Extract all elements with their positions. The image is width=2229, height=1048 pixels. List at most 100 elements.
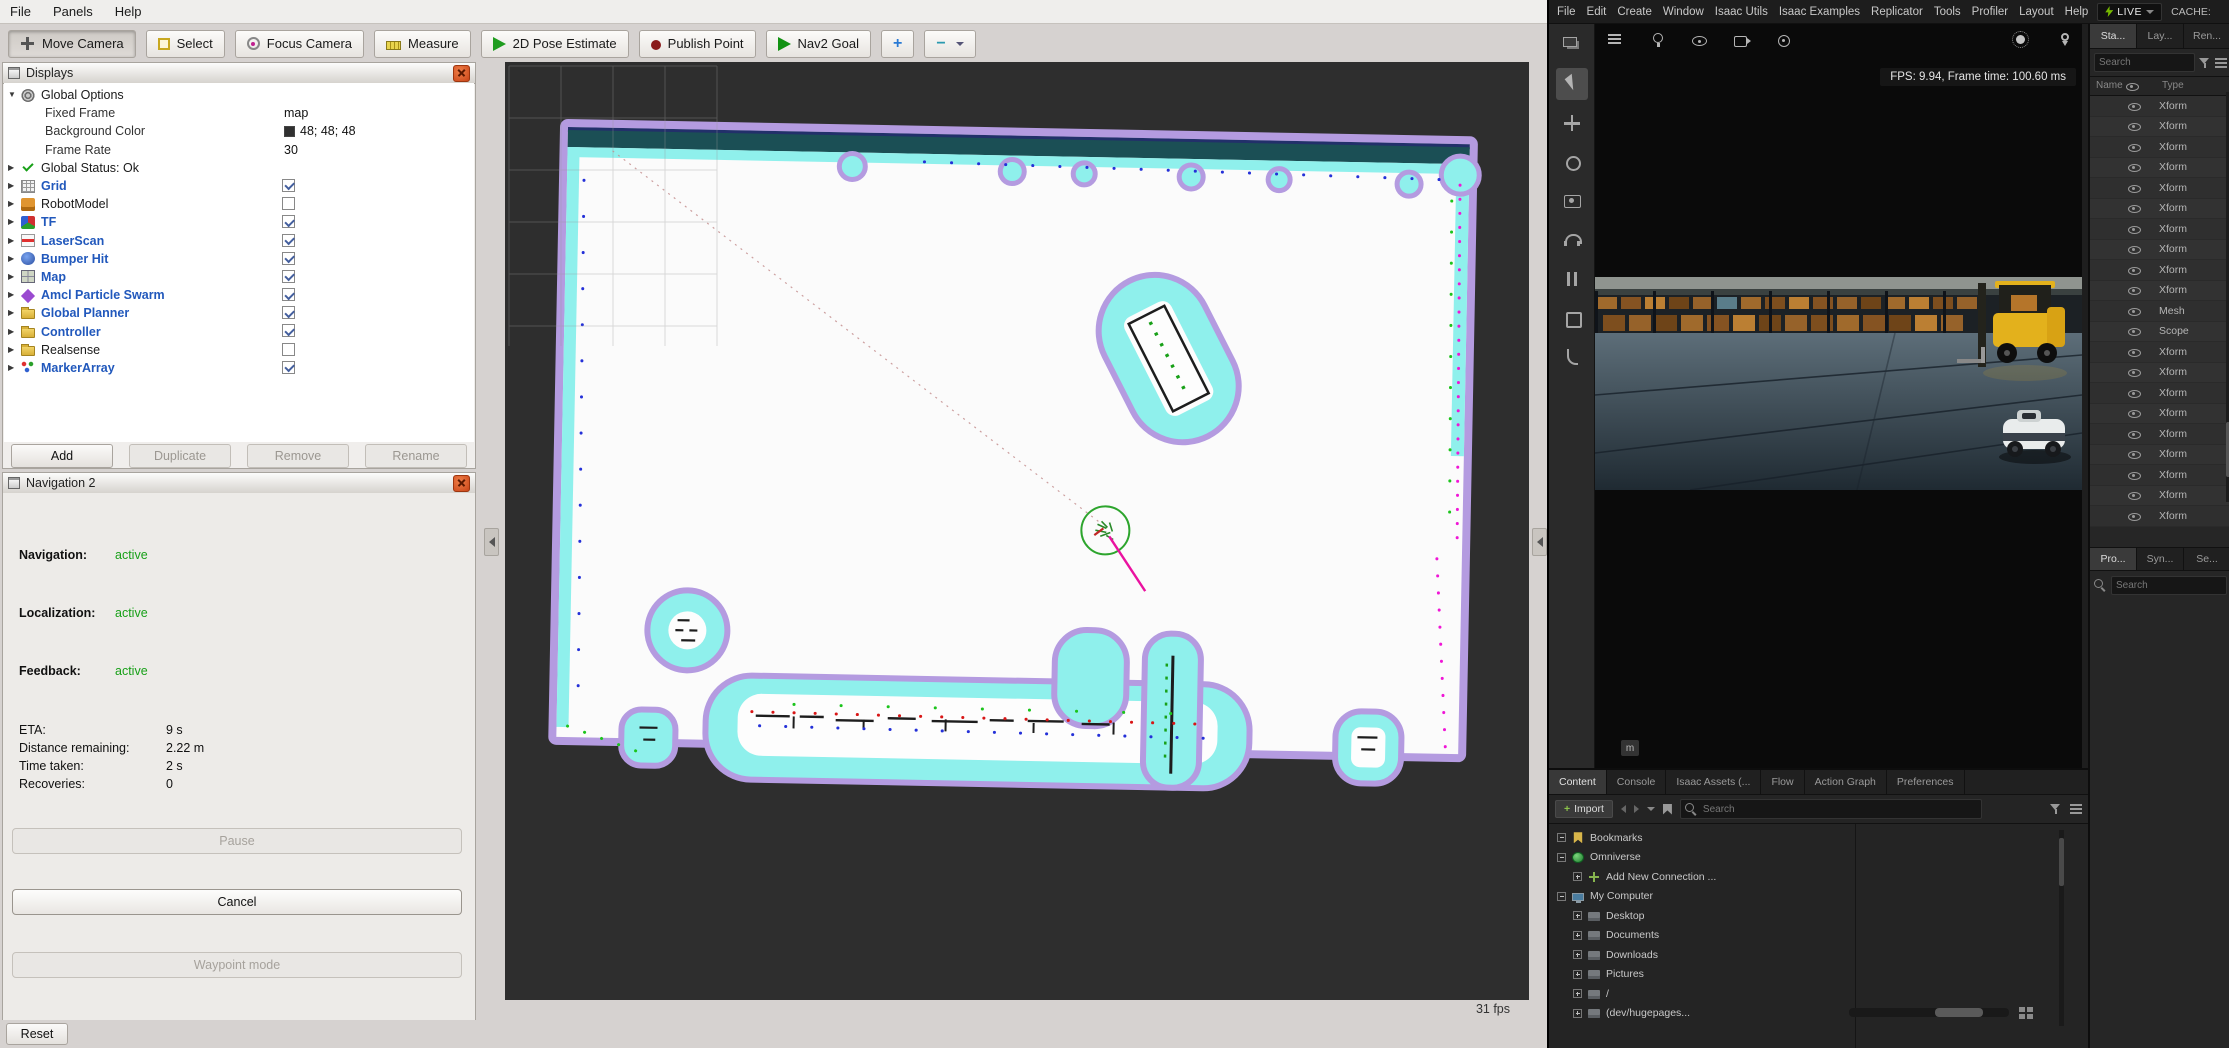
expand-arrow-icon[interactable] [8,273,19,281]
sidebar-tool-icon[interactable] [1556,302,1588,334]
display-row[interactable]: Global Status: Ok [4,159,474,177]
content-tab[interactable]: Action Graph [1805,770,1887,794]
content-tree-row[interactable]: Downloads [1549,945,1849,965]
displays-action-button[interactable]: Add [11,444,113,468]
chevron-down-icon[interactable] [1647,807,1655,811]
display-row[interactable]: RobotModel [4,195,474,213]
rviz-tool-button[interactable]: Publish Point [639,30,756,58]
expand-box-icon[interactable] [1573,950,1582,959]
expand-arrow-icon[interactable] [8,182,19,190]
panel-splitter-handle[interactable] [484,528,499,556]
display-checkbox[interactable] [282,197,295,210]
menu-item[interactable]: Isaac Utils [1715,6,1768,18]
visibility-eye-icon[interactable] [2128,448,2141,460]
visibility-eye-icon[interactable] [2128,489,2141,501]
close-icon[interactable] [453,475,470,492]
visibility-eye-icon[interactable] [2128,202,2141,214]
visibility-eye-icon[interactable] [2128,346,2141,358]
stage-row[interactable]: Xform [2090,363,2229,384]
display-checkbox[interactable] [282,361,295,374]
content-tree-row[interactable]: Documents [1549,926,1849,946]
stage-row[interactable]: Xform [2090,260,2229,281]
isaac-3d-viewport[interactable]: FPS: 9.94, Frame time: 100.60 ms [1595,24,2082,768]
visibility-eye-icon[interactable] [2128,120,2141,132]
display-row[interactable]: TF [4,213,474,231]
options-icon[interactable] [2215,58,2227,68]
menu-item[interactable]: Help [115,4,142,19]
stage-row[interactable]: Xform [2090,137,2229,158]
rviz-tool-button[interactable]: Focus Camera [235,30,364,58]
stage-tab[interactable]: Ren... [2184,24,2229,48]
menu-item[interactable]: Edit [1587,6,1607,18]
expand-arrow-icon[interactable] [8,218,19,226]
visibility-eye-icon[interactable] [2128,305,2141,317]
property-tab[interactable]: Se... [2184,548,2229,570]
property-value[interactable]: 48; 48; 48 [284,122,356,140]
files-hscrollbar[interactable] [1849,1008,2009,1017]
close-icon[interactable] [453,65,470,82]
displays-action-button[interactable]: Rename [365,444,467,468]
visibility-eye-icon[interactable] [2128,182,2141,194]
stage-row[interactable]: Xform [2090,445,2229,466]
reset-button[interactable]: Reset [6,1023,68,1045]
import-button[interactable]: + Import [1555,800,1613,818]
viewport-toolbar-icon[interactable] [1775,32,1792,48]
display-row[interactable]: Amcl Particle Swarm [4,286,474,304]
display-checkbox[interactable] [282,324,295,337]
viewport-toolbar-icon[interactable] [2012,32,2029,48]
property-value[interactable]: 30 [284,141,298,159]
stage-row[interactable]: Xform [2090,383,2229,404]
display-row[interactable]: Realsense [4,341,474,359]
display-row[interactable]: Background Color 48; 48; 48 [4,122,474,140]
expand-arrow-icon[interactable] [8,346,19,354]
visibility-eye-icon[interactable] [2128,387,2141,399]
visibility-eye-icon[interactable] [2128,366,2141,378]
menu-item[interactable]: Create [1617,6,1652,18]
property-value[interactable]: map [284,104,308,122]
expand-box-icon[interactable] [1557,833,1566,842]
sidebar-tool-icon[interactable] [1556,107,1588,139]
sidebar-tool-icon[interactable] [1556,146,1588,178]
viewport-toolbar-icon[interactable] [2057,32,2074,48]
property-search-input[interactable] [2111,576,2227,595]
visibility-eye-icon[interactable] [2128,223,2141,235]
rviz-tool-button[interactable]: Select [146,30,225,58]
expand-box-icon[interactable] [1573,989,1582,998]
rviz-tool-button[interactable]: Nav2 Goal [766,30,871,58]
expand-arrow-icon[interactable] [8,364,19,372]
expand-arrow-icon[interactable] [8,164,19,172]
options-icon[interactable] [2070,804,2082,814]
expand-arrow-icon[interactable] [8,309,19,317]
menu-item[interactable]: Tools [1934,6,1961,18]
viewport-toolbar-icon[interactable] [1649,32,1666,48]
expand-arrow-icon[interactable] [8,200,19,208]
display-row[interactable]: Bumper Hit [4,250,474,268]
rviz-tool-button[interactable]: 2D Pose Estimate [481,30,629,58]
bookmark-icon[interactable] [1663,804,1672,815]
stage-search-input[interactable] [2094,53,2195,72]
visibility-eye-icon[interactable] [2128,100,2141,112]
panel-splitter-handle[interactable] [1532,528,1547,556]
expand-arrow-icon[interactable] [8,291,19,299]
content-tree-row[interactable]: Add New Connection ... [1549,867,1849,887]
expand-arrow-icon[interactable] [8,255,19,263]
stage-row[interactable]: Xform [2090,199,2229,220]
grid-view-icon[interactable] [2019,1007,2025,1012]
stage-row[interactable]: Xform [2090,281,2229,302]
display-checkbox[interactable] [282,288,295,301]
display-row[interactable]: Frame Rate 30 [4,141,474,159]
filter-icon[interactable] [2199,57,2211,69]
menu-item[interactable]: Help [2065,6,2089,18]
display-row[interactable]: Grid [4,177,474,195]
display-row[interactable]: LaserScan [4,232,474,250]
property-tab[interactable]: Syn... [2137,548,2184,570]
display-row[interactable]: MarkerArray [4,359,474,377]
stage-row[interactable]: Xform [2090,240,2229,261]
content-tree-row[interactable]: Omniverse [1549,848,1849,868]
content-tree-row[interactable]: Bookmarks [1549,828,1849,848]
stage-row[interactable]: Xform [2090,117,2229,138]
expand-arrow-icon[interactable] [8,237,19,245]
stage-row[interactable]: Xform [2090,506,2229,527]
viewport-toolbar-icon[interactable] [1607,32,1624,48]
displays-panel-titlebar[interactable]: Displays [3,63,475,84]
